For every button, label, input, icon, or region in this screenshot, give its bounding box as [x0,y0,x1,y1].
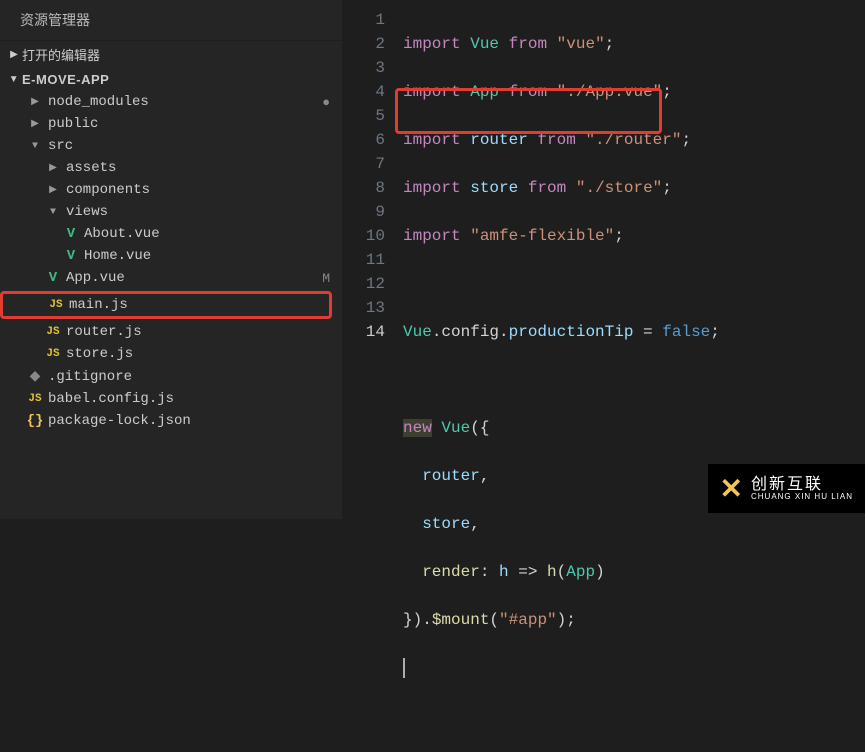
file-babel-config[interactable]: JS babel.config.js [0,388,342,410]
js-icon: JS [44,348,62,360]
js-icon: JS [44,326,62,338]
text-cursor [403,658,405,678]
code-content[interactable]: import Vue from "vue"; import App from "… [403,8,865,752]
chevron-down-icon: ▼ [6,74,22,85]
file-label: store.js [66,346,133,362]
file-router-js[interactable]: JS router.js [0,321,342,343]
code-area[interactable]: 1234567891011121314 import Vue from "vue… [343,0,865,752]
chevron-right-icon: ▶ [44,184,62,196]
project-section[interactable]: ▼ E-MOVE-APP [0,68,342,91]
vue-icon: V [44,270,62,286]
vue-icon: V [62,248,80,264]
open-editors-label: 打开的编辑器 [22,45,100,64]
file-label: .gitignore [48,369,132,385]
chevron-right-icon: ▶ [44,162,62,174]
file-label: babel.config.js [48,391,174,407]
file-home-vue[interactable]: V Home.vue [0,245,342,267]
file-label: About.vue [84,226,160,242]
js-icon: JS [47,299,65,311]
sidebar: 资源管理器 ▶ 打开的编辑器 ▼ E-MOVE-APP ▶ node_modul… [0,0,343,519]
file-label: App.vue [66,270,125,286]
git-icon: ◆ [26,368,44,385]
folder-src[interactable]: ▼ src [0,135,342,157]
folder-assets[interactable]: ▶ assets [0,157,342,179]
folder-public[interactable]: ▶ public [0,113,342,135]
watermark-logo: ✕ 创新互联 CHUANG XIN HU LIAN [708,464,865,513]
line-gutter: 1234567891011121314 [343,8,403,752]
chevron-down-icon: ▼ [26,141,44,152]
file-label: Home.vue [84,248,151,264]
chevron-right-icon: ▶ [6,49,22,60]
folder-label: public [48,116,98,132]
logo-text-cn: 创新互联 [751,477,853,493]
open-editors-section[interactable]: ▶ 打开的编辑器 [0,41,342,68]
folder-label: components [66,182,150,198]
explorer-title: 资源管理器 [0,0,342,41]
file-label: main.js [69,297,128,313]
folder-label: assets [66,160,116,176]
folder-node-modules[interactable]: ▶ node_modules ● [0,91,342,113]
modified-dot-icon: ● [322,95,330,110]
file-package-lock[interactable]: {} package-lock.json [0,410,342,432]
folder-label: src [48,138,73,154]
project-label: E-MOVE-APP [22,72,109,87]
json-icon: {} [26,413,44,429]
file-store-js[interactable]: JS store.js [0,343,342,365]
folder-label: views [66,204,108,220]
file-gitignore[interactable]: ◆ .gitignore [0,365,342,388]
folder-views[interactable]: ▼ views [0,201,342,223]
chevron-right-icon: ▶ [26,96,44,108]
file-tree: ▶ node_modules ● ▶ public ▼ src ▶ assets… [0,91,342,432]
file-label: package-lock.json [48,413,191,429]
logo-text-en: CHUANG XIN HU LIAN [751,493,853,501]
vue-icon: V [62,226,80,242]
file-main-js[interactable]: JS main.js [0,291,332,319]
js-icon: JS [26,393,44,405]
file-about-vue[interactable]: V About.vue [0,223,342,245]
chevron-down-icon: ▼ [44,207,62,218]
folder-label: node_modules [48,94,149,110]
file-app-vue[interactable]: V App.vue M [0,267,342,289]
logo-icon: ✕ [720,472,743,505]
file-label: router.js [66,324,142,340]
chevron-right-icon: ▶ [26,118,44,130]
folder-components[interactable]: ▶ components [0,179,342,201]
modified-indicator: M [322,271,330,286]
editor-pane: JS vue.config.js JS main.js × JS babel.c… [343,0,865,519]
